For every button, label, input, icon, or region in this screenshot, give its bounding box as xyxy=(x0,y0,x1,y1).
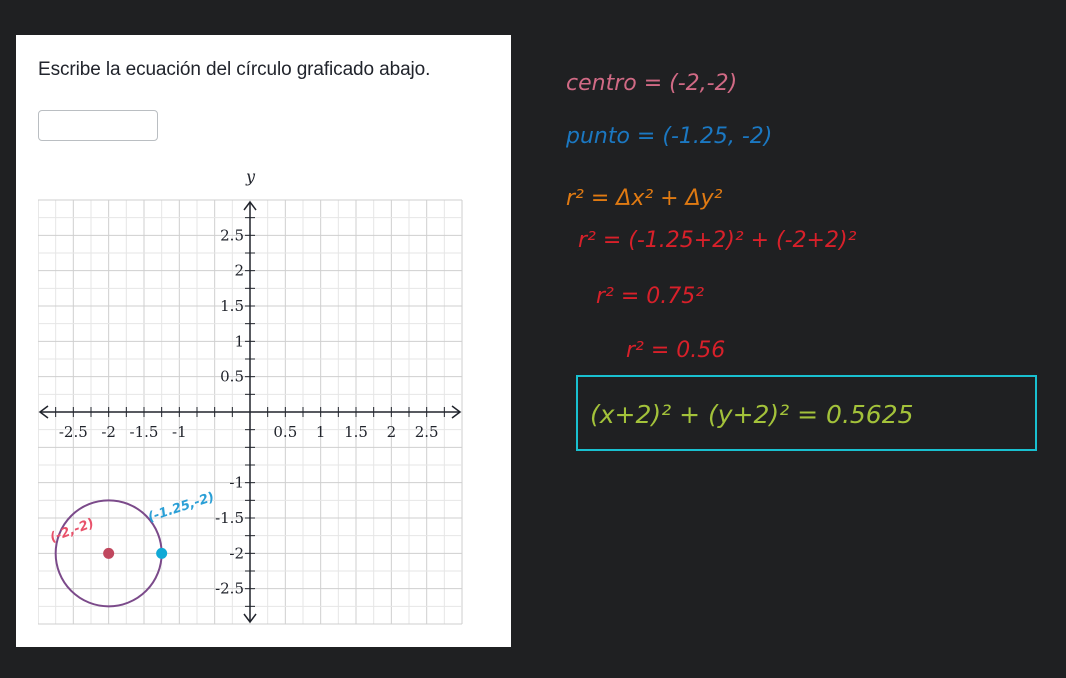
note-radius-substitution: r² = (-1.25+2)² + (-2+2)² xyxy=(578,228,857,253)
note-radius-formula: r² = Δx² + Δy² xyxy=(566,186,723,211)
note-point: punto = (-1.25, -2) xyxy=(565,124,772,149)
handwritten-notes: centro = (-2,-2) punto = (-1.25, -2) r² … xyxy=(565,71,1037,451)
note-center: centro = (-2,-2) xyxy=(566,71,737,96)
note-radius-value: r² = 0.56 xyxy=(626,338,725,363)
final-equation: (x+2)² + (y+2)² = 0.5625 xyxy=(590,400,914,429)
note-radius-squared: r² = 0.75² xyxy=(596,284,704,309)
